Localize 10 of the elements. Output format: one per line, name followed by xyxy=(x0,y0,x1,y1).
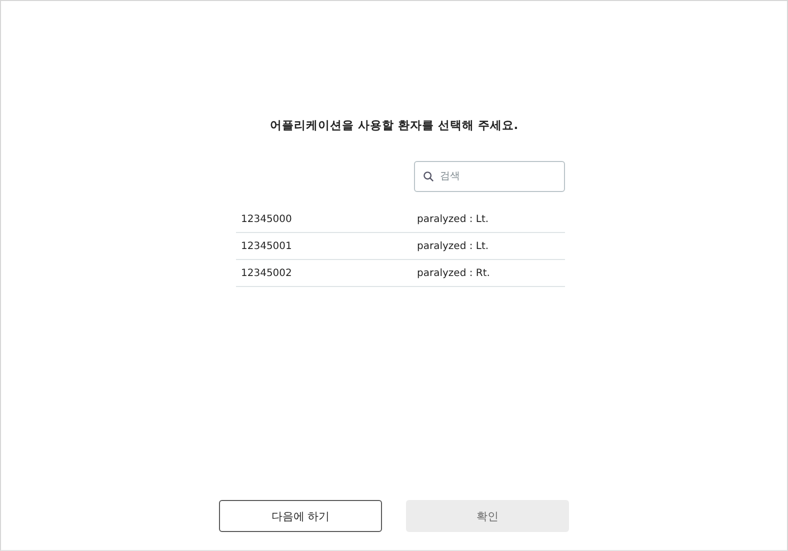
patient-id[interactable]: 12345002 xyxy=(236,268,417,278)
prompt-text: 어플리케이션을 사용할 환자를 선택해 주세요. xyxy=(270,118,518,133)
patient-condition[interactable]: paralyzed : Lt. xyxy=(417,240,489,252)
search-icon xyxy=(423,171,434,182)
later-button[interactable]: 다음에 하기 xyxy=(219,500,382,532)
patient-condition[interactable]: paralyzed : Lt. xyxy=(417,214,489,224)
patient-condition[interactable]: paralyzed : Rt. xyxy=(417,268,490,278)
patient-id[interactable]: 12345000 xyxy=(236,214,417,224)
search-field[interactable]: 검색 xyxy=(414,161,565,192)
patient-id[interactable]: 12345001 xyxy=(236,240,417,252)
